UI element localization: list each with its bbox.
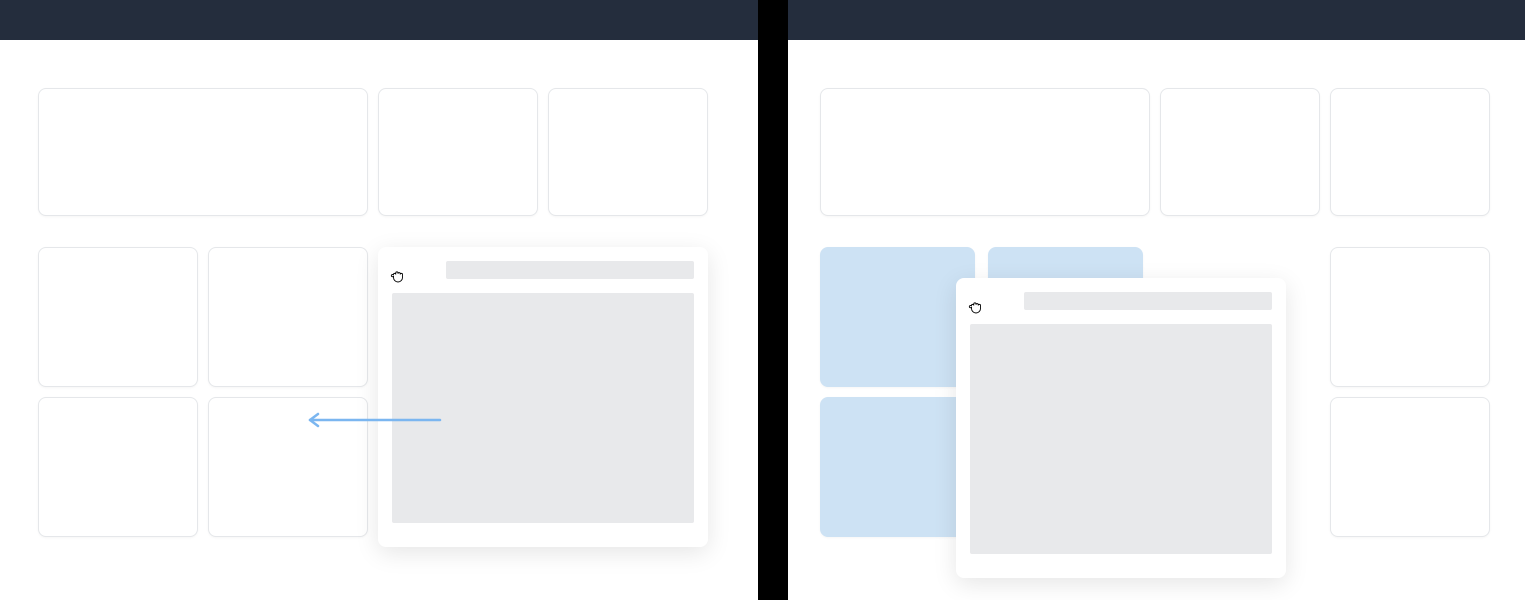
drop-placeholder [820, 397, 975, 537]
drag-card-body [392, 293, 694, 523]
dashboard-card[interactable] [38, 247, 198, 387]
topbar-right [788, 0, 1525, 40]
dashboard-card[interactable] [548, 88, 708, 216]
dashboard-card[interactable] [208, 247, 368, 387]
dashboard-card[interactable] [208, 397, 368, 537]
dashboard-card[interactable] [378, 88, 538, 216]
dragged-card[interactable] [378, 247, 708, 547]
drop-placeholder [820, 247, 975, 387]
dashboard-card[interactable] [38, 88, 368, 216]
drag-card-header [446, 261, 694, 279]
panel-divider [758, 0, 788, 600]
panel-after [788, 40, 1525, 600]
dashboard-card[interactable] [820, 88, 1150, 216]
dragged-card[interactable] [956, 278, 1286, 578]
dashboard-card[interactable] [1330, 88, 1490, 216]
drag-card-body [970, 324, 1272, 554]
dashboard-card[interactable] [38, 397, 198, 537]
dashboard-card[interactable] [1330, 247, 1490, 387]
dashboard-card[interactable] [1160, 88, 1320, 216]
topbar-left [0, 0, 758, 40]
panel-before [0, 40, 758, 600]
drag-card-header [1024, 292, 1272, 310]
dashboard-card[interactable] [1330, 397, 1490, 537]
